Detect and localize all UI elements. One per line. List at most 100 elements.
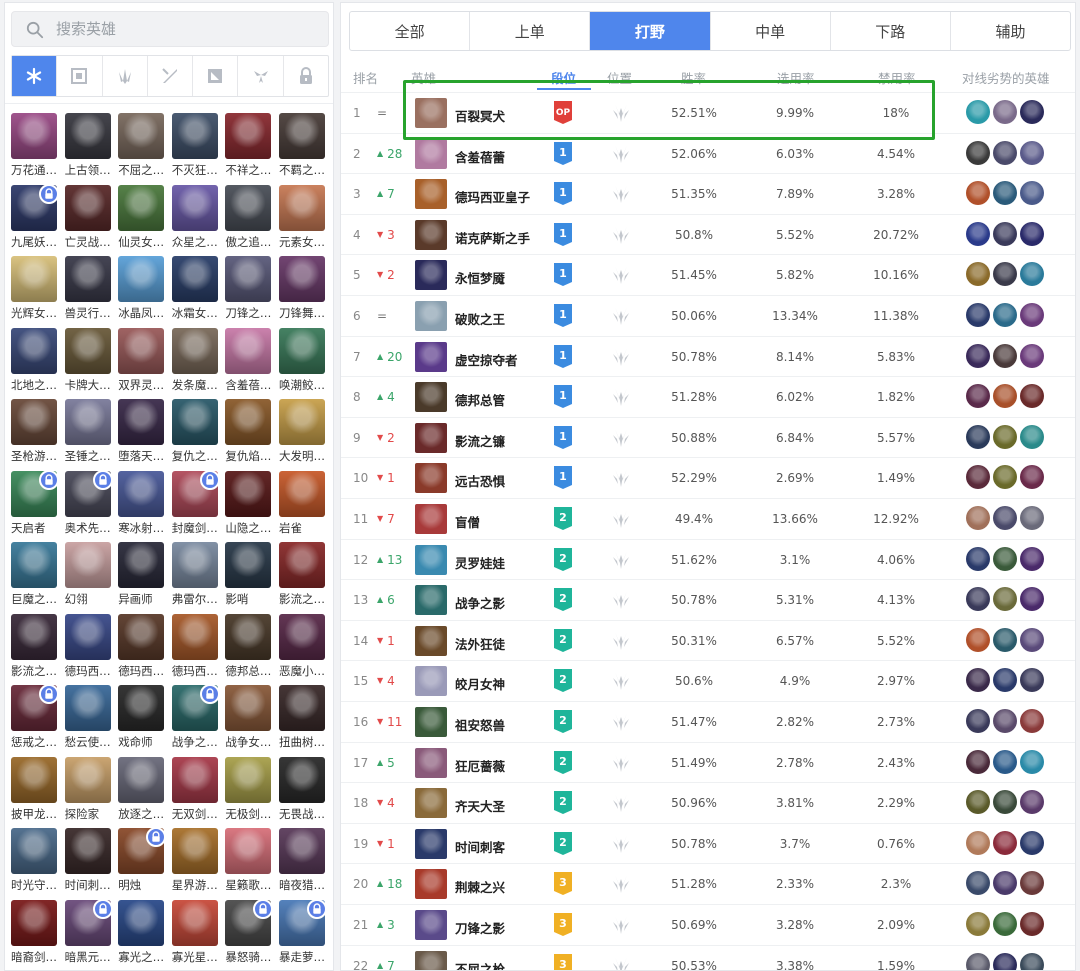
champion-card[interactable]: 幻翎 <box>64 542 113 610</box>
table-row[interactable]: 20 ▲ 18 荆棘之兴 3 51.28% 2.33% 2.3% <box>341 863 1075 904</box>
champion-card[interactable]: 战争女… <box>225 685 273 753</box>
counter-hero-avatar[interactable] <box>966 668 990 693</box>
hero-name[interactable]: 祖安怒兽 <box>455 715 505 734</box>
table-row[interactable]: 11 ▼ 7 盲僧 2 49.4% 13.66% 12.92% <box>341 498 1075 539</box>
champion-card[interactable]: 不灭狂… <box>171 113 220 181</box>
champion-card[interactable]: 圣锤之… <box>64 399 113 467</box>
hero-name[interactable]: 永恒梦魇 <box>455 268 505 287</box>
tab-4[interactable]: 下路 <box>831 12 951 50</box>
counter-hero-avatar[interactable] <box>993 830 1017 855</box>
hero-portrait[interactable] <box>415 666 447 697</box>
counter-hero-avatar[interactable] <box>993 262 1017 287</box>
tab-3[interactable]: 中单 <box>711 12 831 50</box>
champion-card[interactable]: 刀锋舞… <box>279 256 327 324</box>
champion-card[interactable]: 冰晶凤… <box>118 256 166 324</box>
hero-portrait[interactable] <box>415 707 447 737</box>
champion-card[interactable]: 寡光星… <box>171 899 220 968</box>
champion-card[interactable]: 明烛 <box>118 827 167 896</box>
table-row[interactable]: 17 ▲ 5 狂厄蔷薇 2 51.49% 2.78% 2.43% <box>341 741 1075 783</box>
counter-hero-avatar[interactable] <box>993 668 1017 693</box>
hero-name[interactable]: 皎月女神 <box>455 674 505 693</box>
champion-card[interactable]: 不屈之… <box>118 113 166 181</box>
table-row[interactable]: 22 ▲ 7 不屈之枪 3 50.53% 3.38% 1.59% <box>341 944 1075 970</box>
champion-card[interactable]: 冰霜女… <box>171 256 220 324</box>
hero-portrait[interactable] <box>415 138 447 169</box>
champion-card[interactable]: 暴怒骑… <box>225 898 274 968</box>
counter-hero-avatar[interactable] <box>1020 627 1044 652</box>
hero-name[interactable]: 不屈之枪 <box>455 959 505 970</box>
champion-card[interactable]: 万花通… <box>11 113 59 181</box>
counter-hero-avatar[interactable] <box>1020 506 1044 530</box>
champion-card[interactable]: 圣枪游… <box>11 399 59 467</box>
champion-card[interactable]: 上古领… <box>64 113 113 181</box>
champion-card[interactable]: 异画师 <box>118 542 166 610</box>
champion-card[interactable]: 岩雀 <box>279 470 327 539</box>
hero-portrait[interactable] <box>415 788 447 819</box>
champion-card[interactable]: 众星之… <box>171 184 220 253</box>
table-row[interactable]: 6 = 破败之王 1 50.06% 13.34% 11.38% <box>341 295 1075 336</box>
tab-2[interactable]: 打野 <box>590 12 711 50</box>
champion-card[interactable]: 德玛西… <box>118 613 166 682</box>
champion-card[interactable]: 恶魔小… <box>279 613 327 682</box>
champion-card[interactable]: 封魔剑… <box>171 469 220 539</box>
champion-card[interactable]: 不祥之… <box>225 113 273 181</box>
champion-card[interactable]: 星籁歌… <box>225 828 273 896</box>
hero-portrait[interactable] <box>415 422 447 453</box>
champion-card[interactable]: 暗裔剑… <box>11 899 59 968</box>
counter-hero-avatar[interactable] <box>993 384 1017 409</box>
champion-card[interactable]: 巨魔之… <box>11 542 59 610</box>
counter-hero-avatar[interactable] <box>966 830 990 855</box>
counter-hero-avatar[interactable] <box>1020 384 1044 409</box>
champion-card[interactable]: 含羞蓓… <box>225 327 273 396</box>
hero-portrait[interactable] <box>415 869 447 900</box>
table-row[interactable]: 13 ▲ 6 战争之影 2 50.78% 5.31% 4.13% <box>341 579 1075 620</box>
hero-name[interactable]: 灵罗娃娃 <box>455 553 505 572</box>
hero-name[interactable]: 狂厄蔷薇 <box>455 756 505 775</box>
table-row[interactable]: 9 ▼ 2 影流之镰 1 50.88% 6.84% 5.57% <box>341 416 1075 458</box>
table-row[interactable]: 5 ▼ 2 永恒梦魇 1 51.45% 5.82% 10.16% <box>341 254 1075 295</box>
champion-card[interactable]: 扭曲树… <box>279 685 327 753</box>
champion-card[interactable]: 放逐之… <box>118 756 166 825</box>
hero-name[interactable]: 盲僧 <box>455 512 480 531</box>
hero-portrait[interactable] <box>415 544 447 575</box>
filter-assassin[interactable] <box>148 56 194 96</box>
hero-name[interactable]: 战争之影 <box>455 593 505 612</box>
hero-portrait[interactable] <box>415 625 447 656</box>
champion-card[interactable]: 寡光之… <box>118 899 166 968</box>
table-row[interactable]: 16 ▼ 11 祖安怒兽 2 51.47% 2.82% 2.73% <box>341 701 1075 742</box>
table-row[interactable]: 21 ▲ 3 刀锋之影 3 50.69% 3.28% 2.09% <box>341 904 1075 945</box>
hero-name[interactable]: 时间刺客 <box>455 837 505 856</box>
champion-card[interactable]: 不羁之… <box>279 113 327 181</box>
search-box[interactable] <box>11 11 329 47</box>
table-row[interactable]: 7 ▲ 20 虚空掠夺者 1 50.78% 8.14% 5.83% <box>341 335 1075 377</box>
counter-hero-avatar[interactable] <box>1020 952 1044 970</box>
table-row[interactable]: 19 ▼ 1 时间刺客 2 50.78% 3.7% 0.76% <box>341 822 1075 864</box>
hero-name[interactable]: 远古恐惧 <box>455 471 505 490</box>
hero-name[interactable]: 百裂冥犬 <box>455 106 505 125</box>
header-win-rate[interactable]: 胜率 <box>681 68 706 87</box>
counter-hero-avatar[interactable] <box>1020 343 1044 368</box>
champion-card[interactable]: 兽灵行… <box>64 256 113 324</box>
hero-portrait[interactable] <box>415 341 447 372</box>
champion-card[interactable]: 暗黑元… <box>64 898 113 968</box>
champion-card[interactable]: 山隐之… <box>225 470 273 539</box>
counter-hero-avatar[interactable] <box>966 749 990 774</box>
counter-hero-avatar[interactable] <box>993 587 1017 612</box>
table-row[interactable]: 14 ▼ 1 法外狂徒 2 50.31% 6.57% 5.52% <box>341 619 1075 661</box>
counter-hero-avatar[interactable] <box>1020 262 1044 287</box>
hero-name[interactable]: 荆棘之兴 <box>455 877 505 896</box>
hero-portrait[interactable] <box>415 910 447 940</box>
hero-name[interactable]: 德玛西亚皇子 <box>455 187 530 206</box>
counter-hero-avatar[interactable] <box>993 912 1017 936</box>
counter-hero-avatar[interactable] <box>1020 140 1044 165</box>
hero-portrait[interactable] <box>415 260 447 291</box>
counter-hero-avatar[interactable] <box>966 871 990 896</box>
counter-hero-avatar[interactable] <box>1020 790 1044 815</box>
counter-hero-avatar[interactable] <box>966 424 990 449</box>
champion-card[interactable]: 仙灵女… <box>118 184 166 253</box>
champion-card[interactable]: 无双剑… <box>171 756 220 825</box>
table-row[interactable]: 12 ▲ 13 灵罗娃娃 2 51.62% 3.1% 4.06% <box>341 538 1075 580</box>
counter-hero-avatar[interactable] <box>1020 587 1044 612</box>
counter-hero-avatar[interactable] <box>966 790 990 815</box>
counter-hero-avatar[interactable] <box>1020 912 1044 936</box>
